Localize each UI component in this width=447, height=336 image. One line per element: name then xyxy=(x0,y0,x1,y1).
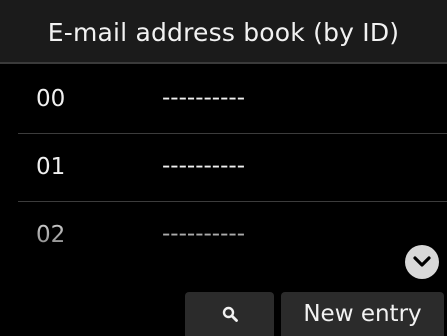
search-icon xyxy=(222,306,238,322)
page-title: E-mail address book (by ID) xyxy=(47,17,400,47)
list-item[interactable]: 00 ---------- xyxy=(18,66,447,134)
entry-value: ---------- xyxy=(162,85,245,111)
chevron-down-icon xyxy=(413,256,431,267)
list-item[interactable]: 01 ---------- xyxy=(18,134,447,202)
new-entry-label: New entry xyxy=(303,301,422,327)
entry-value: ---------- xyxy=(162,153,245,179)
title-bar: E-mail address book (by ID) xyxy=(0,0,447,64)
list-item[interactable]: 02 ---------- xyxy=(18,202,447,270)
entry-value: ---------- xyxy=(162,221,245,247)
search-button[interactable] xyxy=(185,292,274,336)
address-list: 00 ---------- 01 ---------- 02 ---------… xyxy=(18,66,447,270)
entry-id: 00 xyxy=(36,86,66,112)
scroll-down-button[interactable] xyxy=(405,245,439,279)
entry-id: 02 xyxy=(36,222,66,248)
entry-id: 01 xyxy=(36,154,66,180)
new-entry-button[interactable]: New entry xyxy=(281,292,444,336)
